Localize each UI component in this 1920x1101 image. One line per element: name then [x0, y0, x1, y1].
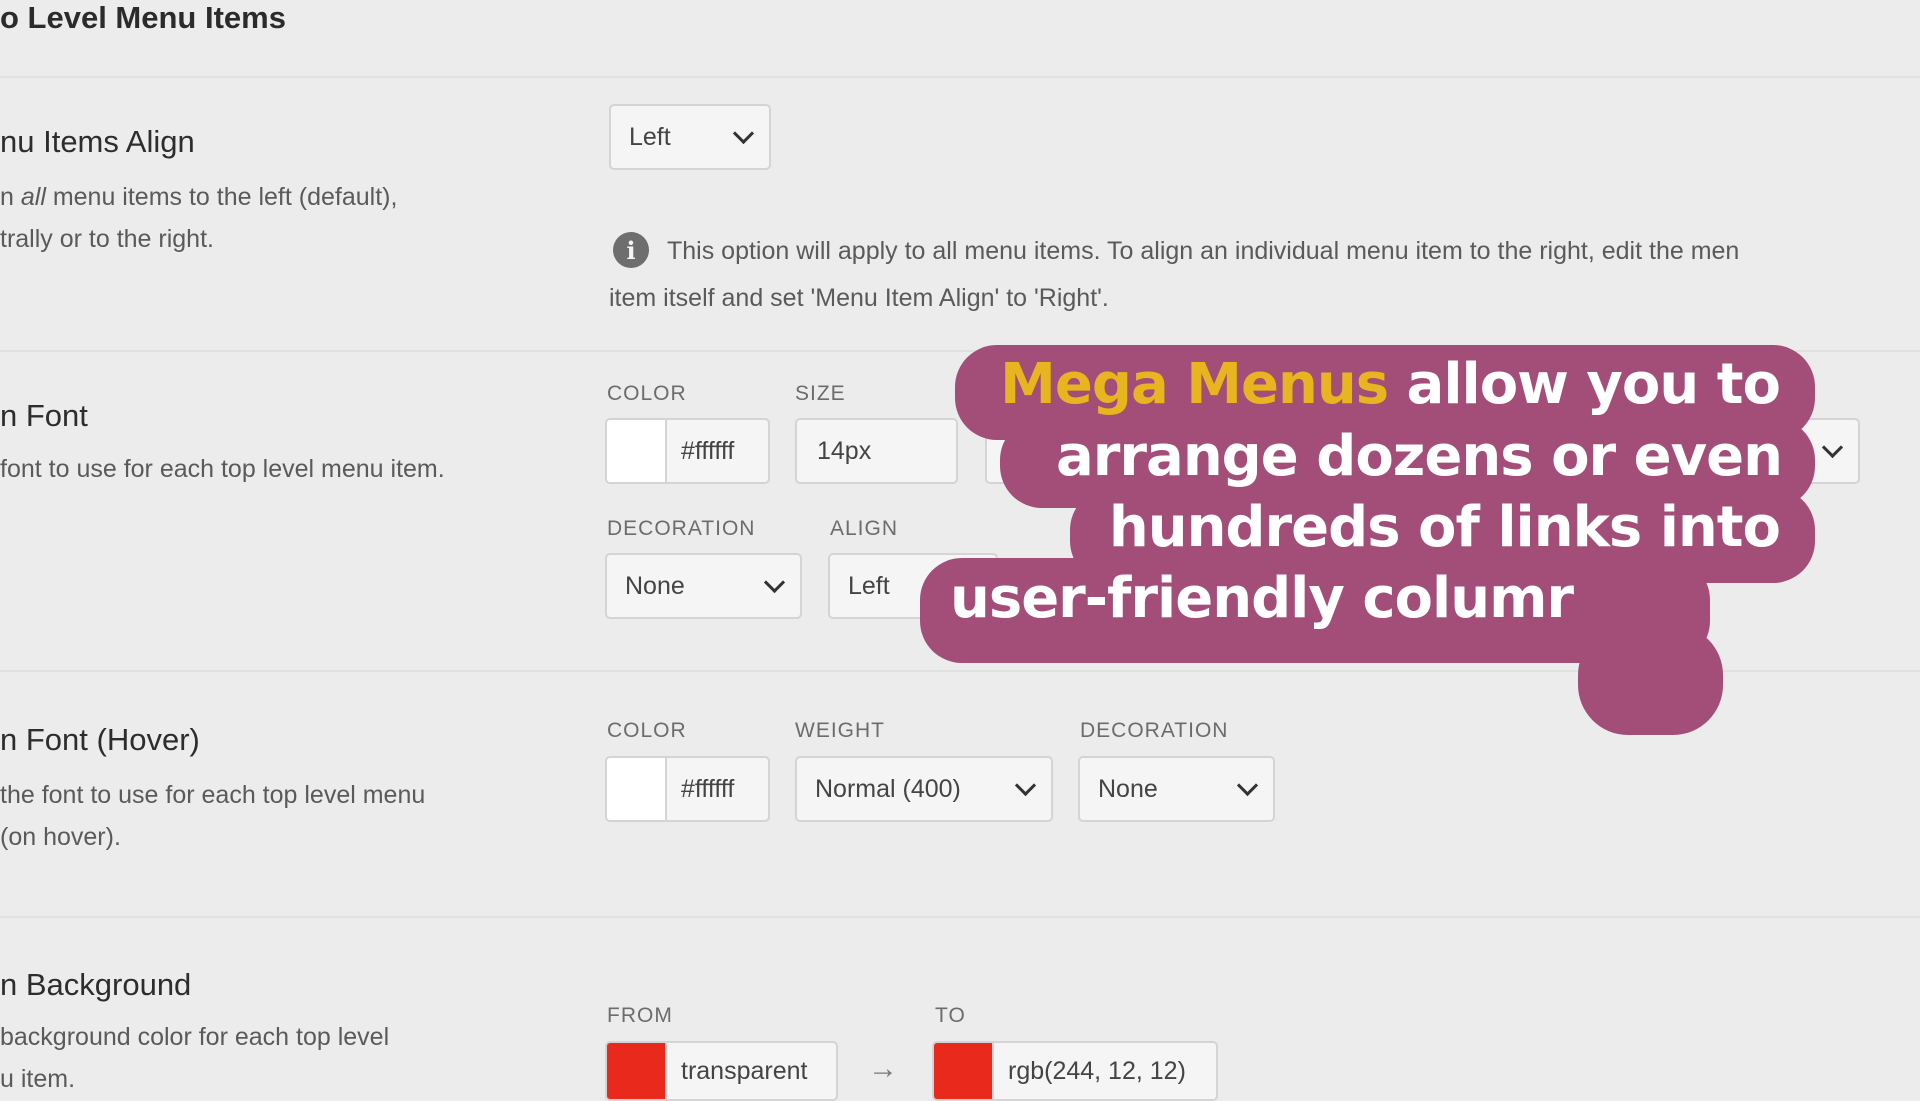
font-decoration-select[interactable]: None: [605, 553, 802, 619]
font-color-value: #ffffff: [681, 436, 735, 465]
align-info-text-2: item itself and set 'Menu Item Align' to…: [609, 284, 1109, 312]
hover-weight-select[interactable]: Normal (400): [795, 756, 1053, 822]
caption-bg: [1578, 625, 1723, 735]
menu-items-align-value: Left: [629, 122, 671, 151]
menu-items-align-select[interactable]: Left: [609, 104, 771, 170]
hover-color-picker[interactable]: #ffffff: [605, 756, 770, 822]
menu-item-font-desc: font to use for each top level menu item…: [0, 455, 445, 483]
hover-weight-label: WEIGHT: [795, 719, 885, 742]
background-from-swatch[interactable]: [607, 1043, 667, 1099]
font-size-input[interactable]: 14px: [795, 418, 958, 484]
menu-item-background-desc-2: u item.: [0, 1065, 76, 1093]
menu-item-font-hover-heading: n Font (Hover): [0, 722, 200, 757]
background-from-value: transparent: [681, 1056, 808, 1085]
chevron-down-icon: [1821, 436, 1844, 458]
hover-color-swatch[interactable]: [607, 758, 667, 820]
chevron-down-icon: [1014, 774, 1037, 796]
background-to-picker[interactable]: rgb(244, 12, 12): [932, 1041, 1218, 1101]
menu-item-font-hover-desc: the font to use for each top level menu: [0, 781, 426, 809]
font-align-value: Left: [848, 571, 890, 600]
caption-line-3: hundreds of links into: [1108, 495, 1781, 560]
caption-line-4: user-friendly columr: [950, 566, 1574, 631]
menu-item-background-desc: background color for each top level: [0, 1023, 390, 1051]
hover-decoration-select[interactable]: None: [1078, 756, 1275, 822]
align-info-text-1: This option will apply to all menu items…: [667, 237, 1740, 265]
font-color-swatch[interactable]: [607, 420, 667, 482]
arrow-right-icon: →: [868, 1052, 898, 1085]
caption-line-2: arrange dozens or even: [1056, 424, 1783, 489]
chevron-down-icon: [1236, 774, 1259, 796]
font-color-picker[interactable]: #ffffff: [605, 418, 770, 484]
menu-items-align-desc-2: trally or to the right.: [0, 225, 214, 253]
hover-color-label: COLOR: [607, 719, 687, 742]
background-to-swatch[interactable]: [934, 1043, 994, 1099]
background-from-picker[interactable]: transparent: [605, 1041, 838, 1101]
hover-decoration-label: DECORATION: [1080, 719, 1229, 742]
hover-color-value: #ffffff: [681, 774, 735, 803]
background-to-value: rgb(244, 12, 12): [1008, 1056, 1186, 1085]
menu-items-align-desc: n all menu items to the left (default),: [0, 183, 398, 211]
menu-item-font-heading: n Font: [0, 398, 88, 433]
info-icon: i: [613, 232, 649, 268]
font-decoration-value: None: [625, 571, 685, 600]
chevron-down-icon: [763, 571, 786, 593]
font-align-label: ALIGN: [830, 517, 899, 540]
section-title: o Level Menu Items: [0, 0, 286, 35]
font-color-label: COLOR: [607, 382, 687, 405]
hover-decoration-value: None: [1098, 774, 1158, 803]
font-size-value: 14px: [817, 436, 872, 465]
hover-weight-value: Normal (400): [815, 774, 961, 803]
menu-item-background-heading: n Background: [0, 967, 192, 1002]
background-from-label: FROM: [607, 1004, 673, 1027]
caption-line-1: Mega Menus allow you to: [1000, 352, 1781, 417]
menu-item-font-hover-desc-2: (on hover).: [0, 823, 121, 851]
chevron-down-icon: [732, 122, 755, 144]
divider: [0, 916, 1920, 918]
divider: [0, 76, 1920, 78]
background-to-label: TO: [935, 1004, 966, 1027]
menu-items-align-heading: nu Items Align: [0, 124, 195, 159]
font-decoration-label: DECORATION: [607, 517, 756, 540]
font-size-label: SIZE: [795, 382, 846, 405]
